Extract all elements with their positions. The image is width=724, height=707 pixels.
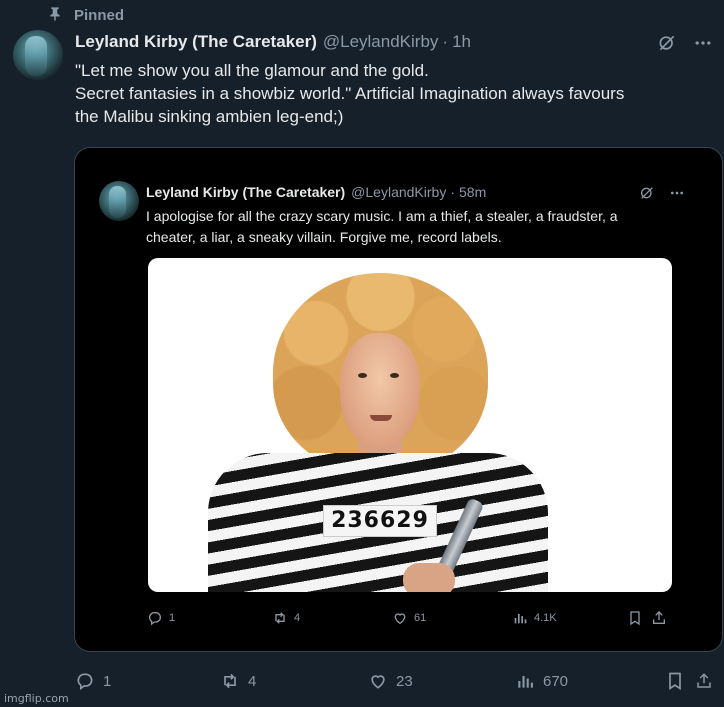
mouth xyxy=(370,415,392,421)
repost-button[interactable]: 4 xyxy=(220,671,368,691)
tweet-text: "Let me show you all the glamour and the… xyxy=(75,59,715,128)
share-button[interactable] xyxy=(695,671,721,691)
quoted-bookmark xyxy=(627,610,651,626)
tweet-top-actions xyxy=(642,32,714,54)
like-count: 23 xyxy=(396,672,413,690)
views-count: 670 xyxy=(543,672,569,690)
quoted-text-line: cheater, a liar, a sneaky villain. Forgi… xyxy=(146,229,502,245)
like-button[interactable]: 23 xyxy=(368,671,515,691)
quoted-like-count: 61 xyxy=(414,612,427,624)
quoted-like: 61 xyxy=(392,610,512,626)
repost-icon xyxy=(275,612,285,624)
handle[interactable]: @LeylandKirby xyxy=(323,32,439,52)
bookmark-icon xyxy=(669,672,681,691)
quoted-repost-count: 4 xyxy=(294,612,301,624)
tweet-actions-bar: 1 4 23 670 xyxy=(75,669,721,693)
reply-count: 1 xyxy=(103,672,112,690)
reply-icon xyxy=(77,673,93,691)
quoted-repost: 4 xyxy=(272,610,392,626)
tweet-header: Leyland Kirby (The Caretaker) @LeylandKi… xyxy=(75,31,471,53)
views-icon xyxy=(518,676,533,688)
tweet-text-line: Secret fantasies in a showbiz world." Ar… xyxy=(75,84,625,103)
left-eye xyxy=(358,373,367,378)
quoted-text: I apologise for all the crazy scary musi… xyxy=(146,206,686,248)
share-icon xyxy=(697,673,711,688)
views-icon xyxy=(514,614,527,624)
bookmark-icon xyxy=(630,611,640,626)
quoted-actions-bar: 1 4 61 4.1K xyxy=(147,608,675,628)
grok-icon[interactable] xyxy=(656,32,678,54)
display-name[interactable]: Leyland Kirby (The Caretaker) xyxy=(75,32,317,52)
share-icon xyxy=(653,611,665,624)
more-icon xyxy=(668,184,686,202)
separator-dot: · xyxy=(450,184,455,200)
reply-button[interactable]: 1 xyxy=(75,671,220,691)
views-button[interactable]: 670 xyxy=(515,671,665,691)
prisoner-number-tag: 236629 xyxy=(323,505,437,537)
quoted-avatar xyxy=(99,181,139,221)
pinned-indicator: Pinned xyxy=(46,5,124,25)
quoted-reply: 1 xyxy=(147,610,272,626)
like-icon xyxy=(394,613,406,625)
quoted-reply-count: 1 xyxy=(169,612,176,624)
bookmark-button[interactable] xyxy=(665,671,695,691)
tweet-text-line: the Malibu sinking ambien leg-end;) xyxy=(75,107,344,126)
quoted-share xyxy=(651,610,675,626)
reply-icon xyxy=(149,612,161,626)
quoted-display-name: Leyland Kirby (The Caretaker) xyxy=(146,184,346,200)
grok-icon xyxy=(638,184,656,202)
face xyxy=(340,333,420,448)
repost-icon xyxy=(224,673,236,689)
quoted-top-actions xyxy=(626,184,686,202)
quoted-header: Leyland Kirby (The Caretaker) @LeylandKi… xyxy=(146,184,486,200)
tweet-media[interactable]: Leyland Kirby (The Caretaker) @LeylandKi… xyxy=(74,147,723,652)
tweet-text-line: "Let me show you all the glamour and the… xyxy=(75,61,429,80)
separator-dot: · xyxy=(442,32,449,51)
repost-count: 4 xyxy=(248,672,257,690)
pinned-label: Pinned xyxy=(74,6,125,24)
like-icon xyxy=(371,675,385,689)
right-eye xyxy=(390,373,399,378)
more-icon[interactable] xyxy=(692,32,714,54)
pin-icon xyxy=(46,4,74,26)
timestamp[interactable]: 1h xyxy=(452,32,471,52)
avatar[interactable] xyxy=(13,30,63,80)
quoted-text-line: I apologise for all the crazy scary musi… xyxy=(146,208,618,224)
quoted-views: 4.1K xyxy=(512,610,627,626)
quoted-timestamp: 58m xyxy=(459,184,487,200)
prisoner-photo: 236629 xyxy=(148,258,672,592)
hand xyxy=(403,563,455,592)
quoted-views-count: 4.1K xyxy=(534,612,557,624)
imgflip-watermark: imgflip.com xyxy=(4,692,69,705)
quoted-handle: @LeylandKirby xyxy=(351,184,447,200)
